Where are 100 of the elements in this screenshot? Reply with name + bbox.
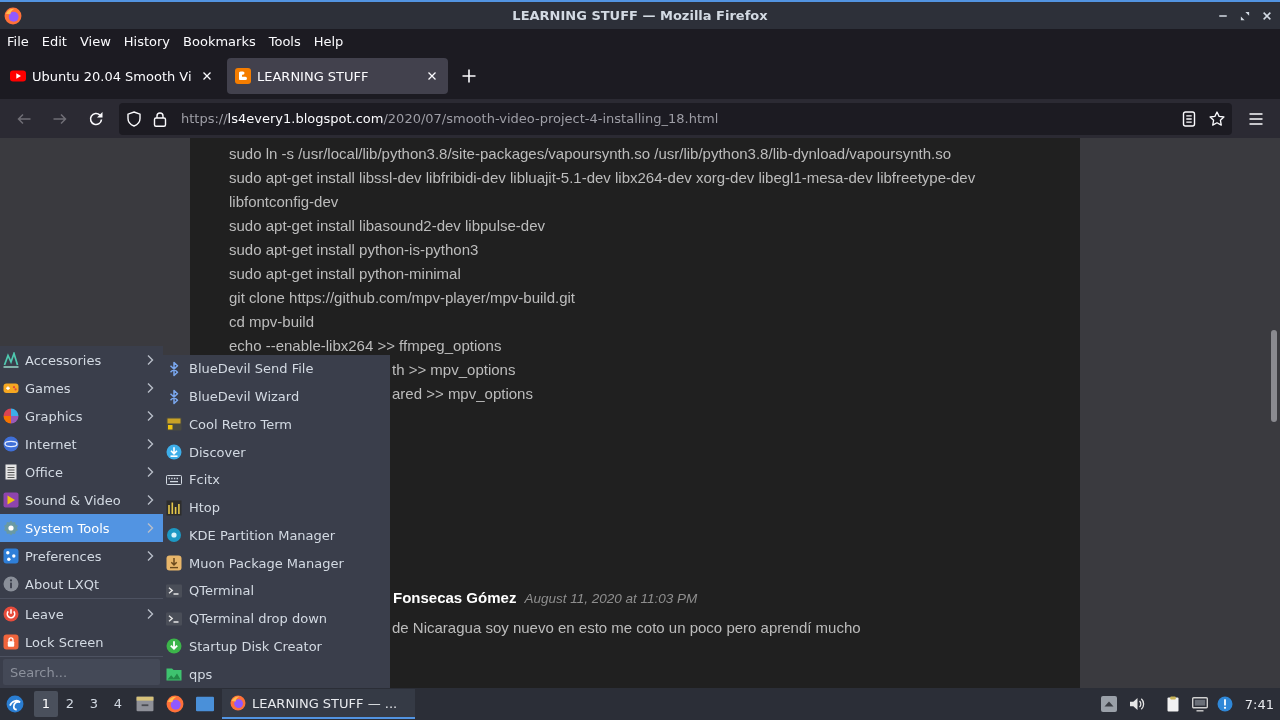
menu-item[interactable]: Office	[0, 458, 163, 486]
info-icon	[3, 576, 19, 592]
workspace-button[interactable]: 1	[34, 691, 58, 717]
menu-item[interactable]: Graphics	[0, 402, 163, 430]
terminal-icon	[166, 582, 182, 599]
menu-item[interactable]: BlueDevil Send File	[163, 355, 390, 383]
globe-icon	[3, 436, 19, 452]
window-title: LEARNING STUFF — Mozilla Firefox	[512, 8, 768, 23]
browser-tab[interactable]: Ubuntu 20.04 Smooth Vi	[2, 58, 223, 94]
star-icon[interactable]	[1209, 110, 1225, 127]
arrow-down-circle-icon	[166, 638, 182, 655]
menu-item[interactable]: Cool Retro Term	[163, 410, 390, 439]
menu-bar-item[interactable]: Tools	[262, 33, 308, 49]
code-line: sudo apt-get install libssl-dev libfribidi-dev libluajit-5.1-dev libx264-dev xorg-dev libegl1-mesa-dev libfreetype-dev	[229, 169, 976, 187]
scrollbar-thumb[interactable]	[1271, 330, 1277, 422]
logo-tile-icon	[235, 68, 251, 84]
comment-author: Fonsecas Gómez	[393, 588, 517, 608]
chart-line-icon	[3, 352, 19, 368]
folder-icon	[166, 666, 182, 683]
chevron-right-icon	[146, 466, 154, 478]
taskbar-window-button[interactable]: LEARNING STUFF — ...	[222, 689, 415, 719]
chevron-right-icon	[146, 354, 154, 366]
plus-icon[interactable]	[461, 68, 477, 84]
search-field[interactable]: Search...	[3, 659, 160, 685]
menu-item[interactable]: About LXQt	[0, 570, 163, 598]
workspace-button[interactable]: 2	[58, 691, 82, 717]
menu-bar-item[interactable]: Bookmarks	[176, 33, 263, 49]
power-icon	[3, 606, 19, 622]
menu-item[interactable]: Internet	[0, 430, 163, 458]
browser-tab[interactable]: LEARNING STUFF	[227, 58, 448, 94]
speaker-icon[interactable]	[1128, 696, 1145, 712]
disc-icon	[166, 527, 182, 544]
menu-item[interactable]: Htop	[163, 493, 390, 522]
code-line: th >> mpv_options	[392, 361, 516, 379]
address-field[interactable]: https://ls4every1.blogspot.com/2020/07/smooth-video-project-4-installing_18.html	[119, 102, 1232, 135]
menu-item[interactable]: Lock Screen	[0, 628, 163, 656]
menu-bar-item[interactable]: History	[117, 33, 177, 49]
code-line: cd mpv-build	[229, 313, 315, 331]
clock: 7:41	[1244, 696, 1274, 712]
menu-item[interactable]: Fcitx	[163, 466, 390, 494]
close-icon[interactable]	[1261, 9, 1273, 22]
chevron-right-icon	[146, 608, 154, 620]
browser-logo-icon	[230, 695, 246, 711]
terminal-icon	[166, 610, 182, 627]
menu-item[interactable]: Muon Package Manager	[163, 549, 390, 577]
menu-item[interactable]: QTerminal drop down	[163, 604, 390, 633]
browser-logo-icon	[4, 6, 22, 25]
start-logo-icon[interactable]	[6, 695, 24, 713]
code-line: libfontconfig-dev	[229, 193, 339, 211]
shield-icon[interactable]	[126, 110, 142, 127]
maximize-icon[interactable]	[1239, 9, 1251, 22]
chevron-right-icon	[146, 494, 154, 506]
comment-date: August 11, 2020 at 11:03 PM	[524, 590, 698, 608]
menu-bar-item[interactable]: Edit	[35, 33, 74, 49]
padlock-icon	[3, 634, 19, 650]
arrow-up-tile-icon[interactable]	[1100, 696, 1117, 712]
menu-icon[interactable]	[1248, 110, 1264, 127]
chevron-right-icon	[146, 382, 154, 394]
code-line: git clone https://github.com/mpv-player/mpv-build.git	[229, 289, 575, 307]
code-line: ared >> mpv_options	[392, 385, 533, 403]
reload-icon[interactable]	[88, 110, 104, 127]
chevron-right-icon	[146, 410, 154, 422]
media-play-icon	[3, 492, 19, 508]
browser-logo-icon[interactable]	[166, 695, 184, 713]
padlock-icon[interactable]	[152, 110, 168, 127]
alert-icon[interactable]	[1216, 696, 1233, 712]
code-line: sudo ln -s /usr/local/lib/python3.8/site-packages/vapoursynth.so /usr/lib/python3.8/lib-dynload/vapoursynth.so	[229, 145, 952, 163]
video-play-icon	[10, 68, 26, 84]
workspace-button[interactable]: 3	[82, 691, 106, 717]
menu-item[interactable]: qps	[163, 660, 390, 688]
menu-item[interactable]: Games	[0, 374, 163, 402]
desktop-icon[interactable]	[196, 695, 214, 713]
code-line: sudo apt-get install libasound2-dev libpulse-dev	[229, 217, 546, 235]
menu-item[interactable]: Accessories	[0, 346, 163, 374]
menu-bar-item[interactable]: File	[0, 33, 36, 49]
chevron-right-icon	[146, 550, 154, 562]
dots-tile-icon	[3, 548, 19, 564]
screen-tile-icon	[166, 416, 182, 433]
chevron-right-icon	[146, 438, 154, 450]
download-tile-icon	[166, 555, 182, 572]
menu-item[interactable]: BlueDevil Wizard	[163, 382, 390, 411]
drawer-icon[interactable]	[136, 695, 154, 713]
monitor-icon[interactable]	[1191, 696, 1208, 712]
menu-item[interactable]: Leave	[0, 600, 163, 628]
menu-item[interactable]: Sound & Video	[0, 486, 163, 514]
code-line: echo --enable-libx264 >> ffmpeg_options	[229, 337, 502, 355]
document-lines-icon[interactable]	[1181, 110, 1197, 127]
menu-item[interactable]: Preferences	[0, 542, 163, 570]
workspace-button[interactable]: 4	[106, 691, 130, 717]
menu-item[interactable]: QTerminal	[163, 577, 390, 605]
menu-bar-item[interactable]: Help	[307, 33, 350, 49]
menu-bar-item[interactable]: View	[73, 33, 118, 49]
chevron-right-icon	[146, 522, 154, 534]
document-icon	[3, 464, 19, 480]
color-wheel-icon	[3, 408, 19, 424]
menu-item[interactable]: Startup Disk Creator	[163, 632, 390, 661]
download-icon	[166, 444, 182, 461]
menu-item[interactable]: Discover	[163, 438, 390, 466]
menu-item[interactable]: KDE Partition Manager	[163, 521, 390, 550]
bar-meter-icon	[166, 499, 182, 516]
